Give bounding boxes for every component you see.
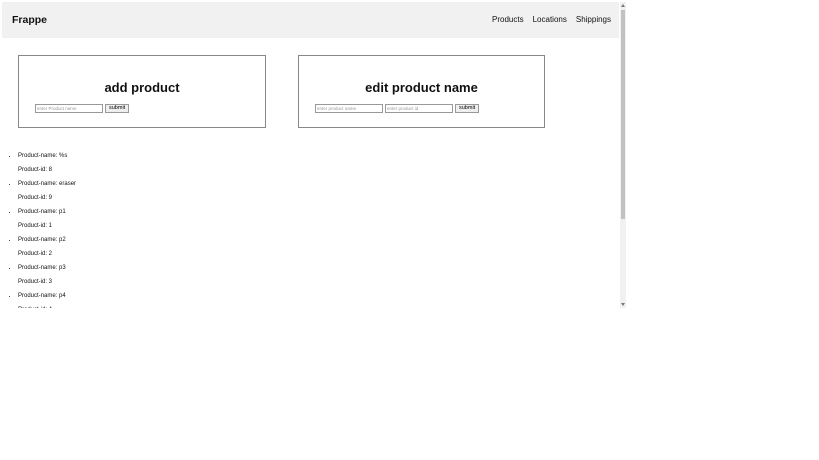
list-item: Product-name: %s Product-id: 8 xyxy=(18,150,76,178)
list-item: Product-name: p3 Product-id: 3 xyxy=(18,262,76,290)
edit-product-title: edit product name xyxy=(365,80,478,95)
list-item: Product-name: p4 Product-id: 4 xyxy=(18,290,76,308)
list-item: Product-name: p1 Product-id: 1 xyxy=(18,206,76,234)
product-id: Product-id: 8 xyxy=(18,167,53,173)
product-id: Product-id: 9 xyxy=(18,195,53,201)
navbar: Frappe Products Locations Shippings xyxy=(2,2,619,38)
product-name: Product-name: p1 xyxy=(18,209,66,215)
product-id: Product-id: 3 xyxy=(18,279,53,285)
add-product-submit-button[interactable]: submit xyxy=(105,104,130,113)
edit-product-id-input[interactable] xyxy=(385,104,453,113)
product-name-input[interactable] xyxy=(35,104,103,113)
add-product-card: add product submit xyxy=(18,55,266,128)
scrollbar-thumb[interactable] xyxy=(621,10,625,219)
product-name: Product-name: %s xyxy=(18,153,68,159)
add-product-form: submit xyxy=(35,104,130,113)
product-name: Product-name: p3 xyxy=(18,265,66,271)
vertical-scrollbar[interactable] xyxy=(620,2,626,308)
product-list: Product-name: %s Product-id: 8 Product-n… xyxy=(2,150,76,308)
list-item: Product-name: eraser Product-id: 9 xyxy=(18,178,76,206)
product-id: Product-id: 4 xyxy=(18,304,76,308)
product-name: Product-name: p4 xyxy=(18,293,66,299)
nav-link-products[interactable]: Products xyxy=(492,15,524,24)
browser-viewport: Frappe Products Locations Shippings add … xyxy=(2,2,626,308)
scroll-up-arrow-icon[interactable] xyxy=(621,4,625,7)
product-id: Product-id: 2 xyxy=(18,251,53,257)
scroll-down-arrow-icon[interactable] xyxy=(621,303,625,306)
edit-product-card: edit product name submit xyxy=(298,55,545,128)
nav-link-locations[interactable]: Locations xyxy=(533,15,567,24)
brand-logo[interactable]: Frappe xyxy=(12,14,47,26)
edit-product-form: submit xyxy=(315,104,480,113)
product-name: Product-name: eraser xyxy=(18,181,77,187)
edit-product-submit-button[interactable]: submit xyxy=(455,104,480,113)
nav-links: Products Locations Shippings xyxy=(492,15,611,24)
list-item: Product-name: p2 Product-id: 2 xyxy=(18,234,76,262)
product-id: Product-id: 1 xyxy=(18,223,53,229)
product-name: Product-name: p2 xyxy=(18,237,66,243)
nav-link-shippings[interactable]: Shippings xyxy=(576,15,611,24)
add-product-title: add product xyxy=(104,80,180,95)
edit-product-name-input[interactable] xyxy=(315,104,383,113)
